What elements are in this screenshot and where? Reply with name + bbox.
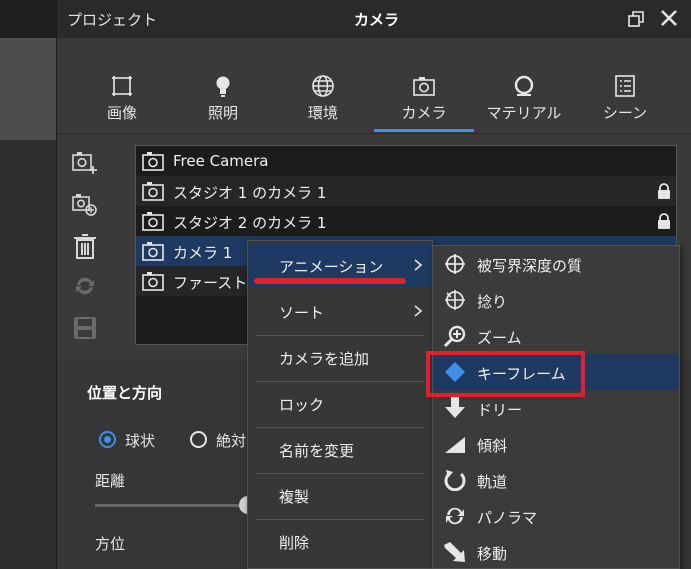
submenu-item-dof-quality[interactable]: 被写界深度の質: [433, 246, 679, 282]
tab-environment[interactable]: 環境: [273, 72, 373, 132]
menu-item-label: 複製: [279, 488, 310, 506]
camera-icon: [142, 152, 164, 171]
zoom-icon: [443, 325, 466, 347]
list-item-studio2-camera[interactable]: スタジオ 2 のカメラ 1: [136, 206, 676, 236]
tab-label: 照明: [207, 104, 238, 122]
section-title: 位置と方向: [87, 384, 163, 402]
radio-label: 球状: [125, 432, 156, 450]
tab-label: 環境: [307, 104, 338, 122]
menu-item-label: ロック: [279, 396, 325, 414]
submenu-item-label: パノラマ: [477, 509, 538, 527]
submenu-item-label: 移動: [477, 545, 508, 563]
panorama-icon: [446, 507, 464, 525]
menu-item-add-camera[interactable]: カメラを追加: [248, 335, 432, 379]
material-sphere-icon: [514, 75, 534, 96]
radio-circle: [99, 431, 116, 448]
panel-header: プロジェクト カメラ: [57, 0, 691, 38]
restore-window-icon[interactable]: [627, 10, 645, 28]
distance-slider-track[interactable]: [95, 504, 245, 507]
submenu-item-panorama[interactable]: パノラマ: [433, 498, 679, 534]
submenu-item-twist[interactable]: 捻り: [433, 282, 679, 318]
sync-icon: [76, 277, 94, 295]
twist-icon: [445, 290, 465, 310]
left-panel-mid: [0, 38, 56, 140]
camera-icon: [142, 182, 164, 201]
dolly-arrow-icon: [445, 397, 465, 418]
camera-icon: [142, 242, 164, 261]
close-icon[interactable]: [659, 8, 679, 28]
tab-bar: 画像 照明 環境 カメラ マテリアル シーン: [57, 38, 691, 134]
menu-item-label: アニメーション: [279, 258, 384, 276]
submenu-item-label: 軌道: [477, 473, 508, 491]
left-panel-top: [0, 0, 56, 38]
lock-icon: [658, 213, 670, 229]
add-camera-icon[interactable]: [71, 148, 99, 176]
panel-title: カメラ: [354, 11, 400, 29]
submenu-item-tilt[interactable]: 傾斜: [433, 426, 679, 462]
submenu-item-orbit[interactable]: 軌道: [433, 462, 679, 498]
list-item-free-camera[interactable]: Free Camera: [136, 146, 676, 176]
project-label[interactable]: プロジェクト: [67, 9, 157, 30]
crosshair-icon: [445, 254, 465, 274]
distance-label: 距離: [95, 472, 126, 490]
camera-icon: [142, 272, 164, 291]
tab-material[interactable]: マテリアル: [474, 72, 574, 132]
save-icon: [74, 317, 96, 339]
chevron-right-icon: [414, 305, 423, 317]
menu-item-duplicate[interactable]: 複製: [248, 473, 432, 517]
tab-lighting[interactable]: 照明: [173, 72, 273, 132]
annotation-underline: [254, 278, 406, 284]
duplicate-camera-icon[interactable]: [71, 190, 99, 218]
submenu-item-label: ドリー: [477, 401, 523, 419]
menu-item-label: カメラを追加: [279, 350, 370, 368]
menu-item-label: 名前を変更: [279, 442, 355, 460]
submenu-item-move[interactable]: 移動: [433, 534, 679, 569]
annotation-highlight-box: [426, 351, 585, 397]
list-item-label: スタジオ 1 のカメラ 1: [173, 184, 327, 202]
move-arrow-icon: [444, 542, 465, 562]
globe-icon: [312, 75, 334, 97]
menu-item-label: 削除: [279, 534, 310, 552]
tab-image[interactable]: 画像: [72, 72, 172, 132]
tab-label: 画像: [106, 104, 137, 122]
menu-item-rename[interactable]: 名前を変更: [248, 427, 432, 471]
camera-icon: [142, 212, 164, 231]
submenu-item-zoom[interactable]: ズーム: [433, 318, 679, 354]
delete-icon[interactable]: [71, 232, 99, 260]
left-background-panel: [0, 0, 56, 569]
submenu-item-label: ズーム: [477, 329, 522, 347]
lock-icon: [658, 183, 670, 199]
submenu-item-label: 捻り: [477, 293, 508, 311]
orbit-icon: [444, 470, 466, 491]
tab-label: カメラ: [401, 104, 447, 122]
tab-label: シーン: [602, 104, 648, 122]
tab-camera[interactable]: カメラ: [374, 72, 474, 132]
menu-item-sort[interactable]: ソート: [248, 289, 432, 333]
lightbulb-icon: [216, 76, 230, 97]
menu-item-lock[interactable]: ロック: [248, 381, 432, 425]
animation-submenu: 被写界深度の質 捻り ズーム キーフレーム ドリー 傾斜 軌道 パノラマ 移動: [432, 245, 680, 569]
azimuth-label: 方位: [95, 535, 126, 553]
submenu-item-label: 被写界深度の質: [477, 257, 583, 275]
radio-label: 絶対: [216, 432, 247, 450]
submenu-item-label: 傾斜: [477, 437, 508, 455]
menu-item-label: ソート: [279, 304, 325, 322]
chevron-right-icon: [414, 259, 423, 271]
list-item-label: カメラ 1: [173, 244, 233, 262]
camera-icon: [413, 77, 435, 96]
scene-list-icon: [615, 75, 635, 97]
tab-label: マテリアル: [486, 104, 562, 122]
tab-scene[interactable]: シーン: [575, 72, 675, 132]
context-menu: アニメーション ソート カメラを追加 ロック 名前を変更 複製 削除: [247, 240, 433, 569]
list-item-label: Free Camera: [173, 152, 269, 170]
tilt-icon: [445, 437, 465, 453]
list-item-label: スタジオ 2 のカメラ 1: [173, 214, 327, 232]
radio-circle: [190, 431, 207, 448]
menu-item-delete[interactable]: 削除: [248, 519, 432, 563]
list-item-studio1-camera[interactable]: スタジオ 1 のカメラ 1: [136, 176, 676, 206]
image-frame-icon: [112, 76, 132, 96]
